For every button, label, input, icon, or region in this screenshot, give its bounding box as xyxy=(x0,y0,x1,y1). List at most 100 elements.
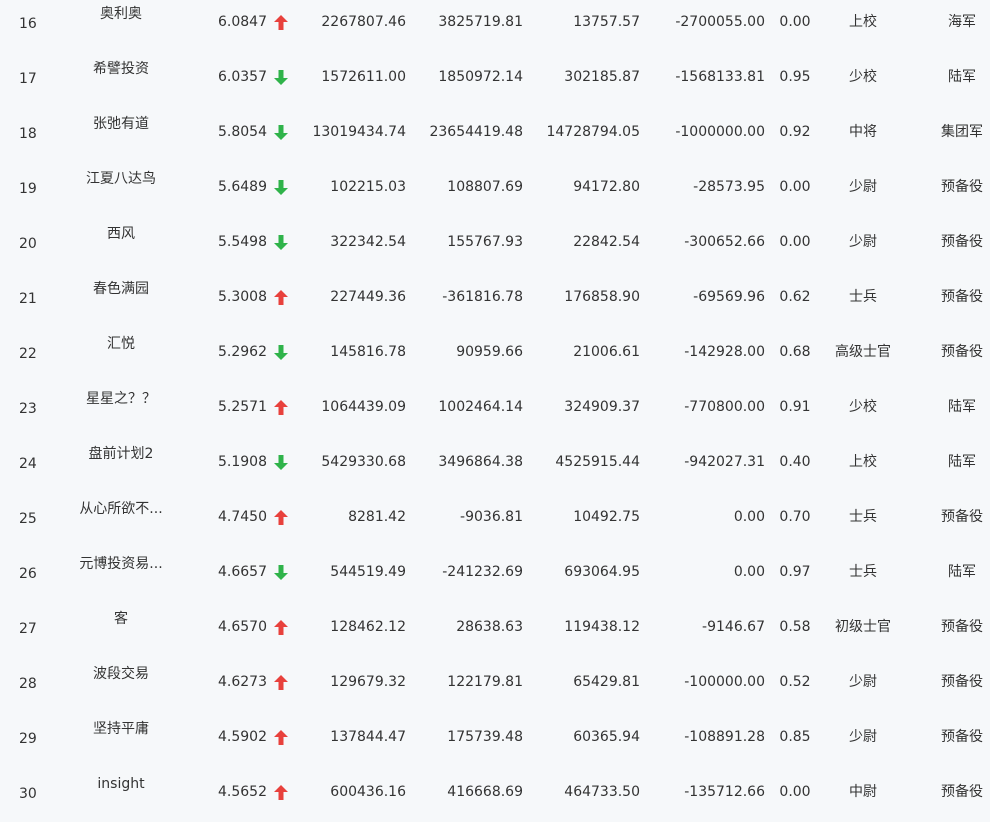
value-column-1: 600436.16 xyxy=(330,784,406,800)
military-rank: 上校 xyxy=(849,454,877,470)
value-column-4: -142928.00 xyxy=(684,344,765,360)
rank-number: 25 xyxy=(19,511,37,527)
rank-number: 19 xyxy=(19,181,37,197)
value-column-4: 0.00 xyxy=(733,509,765,525)
military-rank: 少校 xyxy=(849,399,877,415)
value-column-3: 13757.57 xyxy=(573,14,640,30)
rank-number: 20 xyxy=(19,236,37,252)
arrow-down-icon xyxy=(274,50,290,105)
ratio-value: 0.00 xyxy=(779,784,811,800)
ratio-value: 0.70 xyxy=(779,509,811,525)
score-value: 5.6489 xyxy=(218,179,267,195)
trader-name[interactable]: 西风 xyxy=(61,207,181,262)
value-column-1: 145816.78 xyxy=(330,344,406,360)
military-rank: 上校 xyxy=(849,14,877,30)
score-value: 4.5902 xyxy=(218,729,267,745)
arrow-up-icon xyxy=(274,270,290,325)
military-rank: 少尉 xyxy=(849,729,877,745)
ratio-value: 0.00 xyxy=(779,14,811,30)
trader-name[interactable]: 张弛有道 xyxy=(61,97,181,152)
rank-number: 28 xyxy=(19,676,37,692)
score-value: 5.8054 xyxy=(218,124,267,140)
military-rank: 中尉 xyxy=(849,784,877,800)
value-column-2: -241232.69 xyxy=(442,564,523,580)
ratio-value: 0.00 xyxy=(779,179,811,195)
trader-name[interactable]: 希譬投资 xyxy=(61,42,181,97)
ratio-value: 0.58 xyxy=(779,619,811,635)
value-column-3: 10492.75 xyxy=(573,509,640,525)
branch-label: 预备役 xyxy=(941,289,983,305)
value-column-2: 416668.69 xyxy=(447,784,523,800)
value-column-1: 322342.54 xyxy=(330,234,406,250)
branch-label: 预备役 xyxy=(941,619,983,635)
value-column-4: -1568133.81 xyxy=(675,69,765,85)
branch-label: 预备役 xyxy=(941,234,983,250)
rank-number: 23 xyxy=(19,401,37,417)
value-column-4: -1000000.00 xyxy=(675,124,765,140)
branch-label: 海军 xyxy=(948,14,976,30)
military-rank: 士兵 xyxy=(849,289,877,305)
arrow-down-icon xyxy=(274,325,290,380)
trader-name[interactable]: 坚持平庸 xyxy=(61,702,181,757)
value-column-2: 122179.81 xyxy=(447,674,523,690)
value-column-4: -28573.95 xyxy=(693,179,765,195)
trader-name[interactable]: 从心所欲不... xyxy=(61,482,181,537)
trader-name[interactable]: 客 xyxy=(61,592,181,647)
military-rank: 少尉 xyxy=(849,674,877,690)
value-column-3: 94172.80 xyxy=(573,179,640,195)
rank-number: 22 xyxy=(19,346,37,362)
trader-name[interactable]: 江夏八达鸟 xyxy=(61,152,181,207)
ratio-value: 0.91 xyxy=(779,399,811,415)
rank-number: 24 xyxy=(19,456,37,472)
arrow-up-icon xyxy=(274,600,290,655)
value-column-1: 2267807.46 xyxy=(321,14,406,30)
trader-name[interactable]: 奥利奥 xyxy=(61,0,181,42)
trader-name[interactable]: 盘前计划2 xyxy=(61,427,181,482)
value-column-3: 60365.94 xyxy=(573,729,640,745)
value-column-4: -9146.67 xyxy=(702,619,765,635)
arrow-down-icon xyxy=(274,545,290,600)
table-row-30[interactable]: 30 insight 4.5652 600436.16 416668.69 46… xyxy=(0,765,990,820)
rank-number: 26 xyxy=(19,566,37,582)
trader-name[interactable]: insight xyxy=(61,757,181,812)
value-column-4: -2700055.00 xyxy=(675,14,765,30)
trader-name[interactable]: 春色满园 xyxy=(61,262,181,317)
rank-number: 18 xyxy=(19,126,37,142)
value-column-2: 3496864.38 xyxy=(438,454,523,470)
value-column-3: 693064.95 xyxy=(564,564,640,580)
trader-name[interactable]: 波段交易 xyxy=(61,647,181,702)
score-value: 5.1908 xyxy=(218,454,267,470)
branch-label: 预备役 xyxy=(941,179,983,195)
branch-label: 预备役 xyxy=(941,784,983,800)
trader-name[interactable]: 星星之？？ xyxy=(61,372,181,427)
military-rank: 士兵 xyxy=(849,509,877,525)
trader-name[interactable]: 汇悦 xyxy=(61,317,181,372)
value-column-1: 227449.36 xyxy=(330,289,406,305)
value-column-4: -300652.66 xyxy=(684,234,765,250)
value-column-4: -69569.96 xyxy=(693,289,765,305)
branch-label: 陆军 xyxy=(948,399,976,415)
rank-number: 21 xyxy=(19,291,37,307)
branch-label: 陆军 xyxy=(948,564,976,580)
rank-number: 27 xyxy=(19,621,37,637)
value-column-1: 544519.49 xyxy=(330,564,406,580)
score-value: 6.0847 xyxy=(218,14,267,30)
value-column-3: 21006.61 xyxy=(573,344,640,360)
ratio-value: 0.97 xyxy=(779,564,811,580)
ratio-value: 0.95 xyxy=(779,69,811,85)
value-column-2: -361816.78 xyxy=(442,289,523,305)
score-value: 4.7450 xyxy=(218,509,267,525)
value-column-1: 1064439.09 xyxy=(321,399,406,415)
branch-label: 陆军 xyxy=(948,69,976,85)
value-column-2: 1002464.14 xyxy=(438,399,523,415)
arrow-up-icon xyxy=(274,710,290,765)
trader-name[interactable]: 元博投资易... xyxy=(61,537,181,592)
value-column-4: -135712.66 xyxy=(684,784,765,800)
value-column-3: 14728794.05 xyxy=(546,124,640,140)
value-column-3: 302185.87 xyxy=(564,69,640,85)
ratio-value: 0.68 xyxy=(779,344,811,360)
branch-label: 预备役 xyxy=(941,729,983,745)
value-column-1: 5429330.68 xyxy=(321,454,406,470)
ranking-table: 16 奥利奥 6.0847 2267807.46 3825719.81 1375… xyxy=(0,0,990,820)
value-column-2: 1850972.14 xyxy=(438,69,523,85)
